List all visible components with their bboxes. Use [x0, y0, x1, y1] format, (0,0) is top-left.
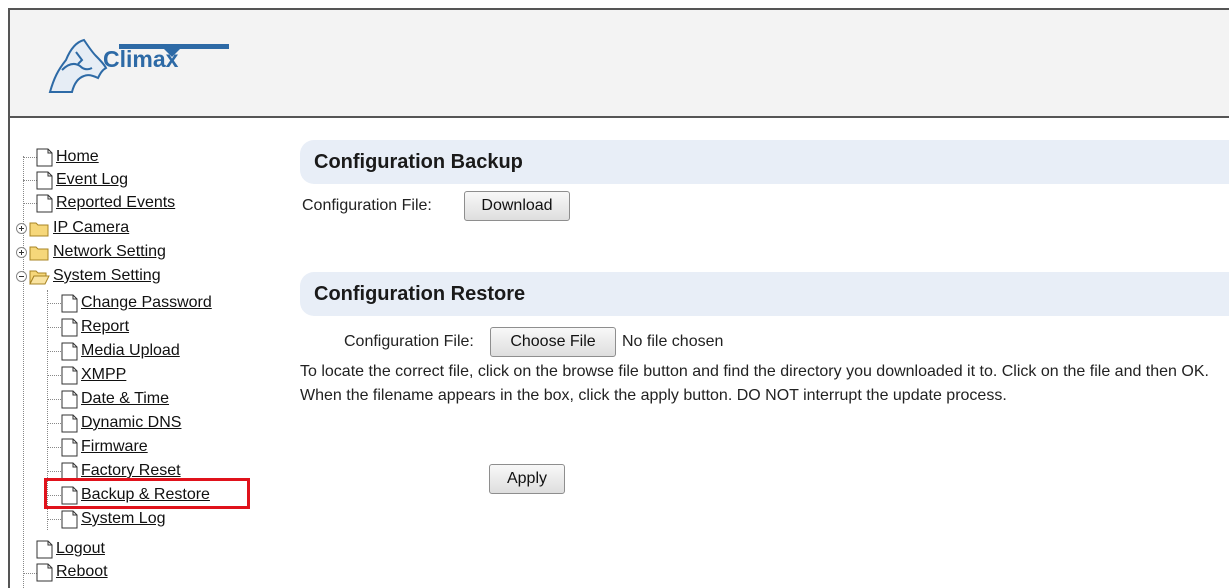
document-icon — [61, 366, 78, 384]
sidebar-item-event-log[interactable]: Event Log — [36, 169, 128, 191]
choose-file-button[interactable]: Choose File — [490, 327, 616, 357]
document-icon — [61, 342, 78, 360]
document-icon — [61, 510, 78, 528]
apply-button[interactable]: Apply — [489, 464, 565, 494]
document-icon — [61, 438, 78, 456]
backup-file-label: Configuration File: — [302, 197, 432, 214]
sidebar-item-label[interactable]: Change Password — [81, 294, 212, 312]
sidebar-item-reboot[interactable]: Reboot — [36, 561, 108, 583]
expand-plus-icon[interactable] — [16, 246, 27, 258]
sidebar-item-label[interactable]: Reboot — [56, 563, 108, 581]
open-folder-icon — [29, 270, 50, 284]
document-icon — [36, 171, 53, 189]
sidebar-item-label[interactable]: Event Log — [56, 171, 128, 189]
sidebar-item-label[interactable]: Dynamic DNS — [81, 414, 181, 432]
sidebar-item-label[interactable]: System Setting — [53, 267, 161, 285]
sidebar-item-firmware[interactable]: Firmware — [61, 436, 148, 458]
sidebar-item-logout[interactable]: Logout — [36, 538, 105, 560]
section-title: Configuration Restore — [314, 283, 526, 305]
sidebar-item-system-log[interactable]: System Log — [61, 508, 165, 530]
sidebar-item-label[interactable]: Media Upload — [81, 342, 180, 360]
sidebar-item-label[interactable]: Report — [81, 318, 129, 336]
sidebar-item-label[interactable]: Date & Time — [81, 390, 169, 408]
document-icon — [36, 148, 53, 166]
sidebar-item-label[interactable]: XMPP — [81, 366, 126, 384]
sidebar-item-label[interactable]: IP Camera — [53, 219, 129, 237]
backup-section-header: Configuration Backup — [300, 140, 1229, 184]
restore-instructions: To locate the correct file, click on the… — [300, 363, 1209, 404]
sidebar-item-reported-events[interactable]: Reported Events — [36, 192, 175, 214]
restore-section-header: Configuration Restore — [300, 272, 1229, 316]
selected-item-highlight — [44, 478, 250, 509]
collapse-minus-icon[interactable] — [16, 270, 27, 282]
folder-icon — [29, 222, 49, 236]
document-icon — [61, 414, 78, 432]
folder-icon — [29, 246, 49, 260]
sidebar-item-date-time[interactable]: Date & Time — [61, 388, 169, 410]
sidebar-item-system-setting[interactable]: System Setting — [16, 265, 161, 287]
sidebar-tree: Home Event Log Reported Events IP Camera… — [16, 146, 276, 588]
document-icon — [61, 390, 78, 408]
sidebar-item-label[interactable]: Firmware — [81, 438, 148, 456]
sidebar-item-ip-camera[interactable]: IP Camera — [16, 217, 129, 239]
document-icon — [36, 194, 53, 212]
document-icon — [36, 540, 53, 558]
document-icon — [61, 318, 78, 336]
main-content: Configuration Backup Configuration File:… — [300, 0, 1229, 588]
no-file-text: No file chosen — [622, 333, 724, 350]
sidebar-item-label[interactable]: System Log — [81, 510, 165, 528]
download-button[interactable]: Download — [464, 191, 570, 221]
sidebar-item-xmpp[interactable]: XMPP — [61, 364, 126, 386]
section-title: Configuration Backup — [314, 151, 523, 173]
sidebar-item-dynamic-dns[interactable]: Dynamic DNS — [61, 412, 181, 434]
sidebar-item-media-upload[interactable]: Media Upload — [61, 340, 180, 362]
sidebar-item-label[interactable]: Logout — [56, 540, 105, 558]
expand-plus-icon[interactable] — [16, 222, 27, 234]
sidebar-item-home[interactable]: Home — [36, 146, 99, 168]
document-icon — [61, 294, 78, 312]
sidebar-item-network-setting[interactable]: Network Setting — [16, 241, 166, 263]
restore-file-label: Configuration File: — [344, 333, 474, 350]
brand-name: Climax — [103, 46, 179, 72]
document-icon — [36, 563, 53, 581]
sidebar-item-label[interactable]: Reported Events — [56, 194, 175, 212]
sidebar-item-label[interactable]: Network Setting — [53, 243, 166, 261]
sidebar-item-report[interactable]: Report — [61, 316, 129, 338]
sidebar-item-label[interactable]: Home — [56, 148, 99, 166]
sidebar-item-change-password[interactable]: Change Password — [61, 292, 212, 314]
